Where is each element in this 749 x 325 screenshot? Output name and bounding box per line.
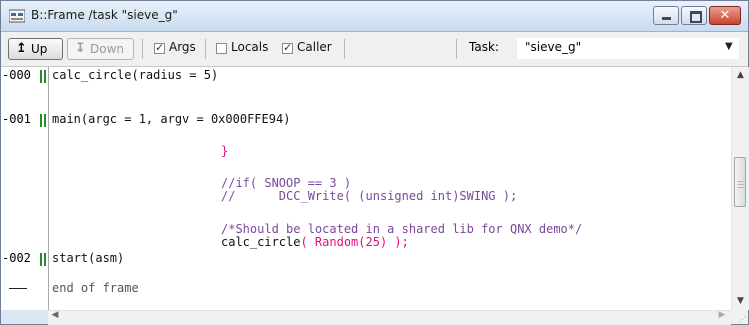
maximize-icon — [690, 11, 702, 23]
chevron-down-icon[interactable]: ▼ — [725, 41, 733, 52]
resize-grip-icon[interactable]: ⋰ — [738, 315, 746, 324]
gutter-separator — [48, 67, 49, 310]
frame-marker — [40, 253, 42, 266]
source-comment: //if( SNOOP == 3 ) — [221, 176, 352, 190]
resize-corner[interactable]: ⋰ — [731, 310, 748, 324]
task-value: "sieve_g" — [525, 40, 582, 54]
scroll-left-icon[interactable]: ◀ — [48, 310, 62, 320]
toolbar-separator — [456, 39, 457, 59]
arrow-down-icon: ↧ — [75, 41, 86, 56]
end-of-frame-text: end of frame — [52, 281, 139, 295]
scroll-up-icon[interactable]: ▲ — [732, 67, 749, 84]
frame-level: -002 — [2, 251, 31, 265]
toolbar-separator — [344, 39, 345, 59]
caller-checkbox[interactable] — [282, 41, 293, 54]
close-icon: ✕ — [719, 8, 731, 23]
source-call-fn: calc_circle — [221, 235, 301, 249]
frame-marker — [44, 70, 46, 83]
grip-icon: — — — — [737, 177, 744, 191]
locals-label: Locals — [231, 40, 269, 54]
scroll-down-icon[interactable]: ▼ — [732, 293, 749, 310]
end-marker — [9, 288, 27, 289]
args-checkbox[interactable] — [154, 41, 165, 54]
source-brace: } — [221, 144, 229, 158]
task-dropdown[interactable]: "sieve_g" ▼ — [517, 38, 739, 59]
frame-call[interactable]: start(asm) — [52, 251, 124, 265]
locals-checkbox[interactable] — [216, 43, 227, 54]
args-label: Args — [169, 40, 196, 54]
frame-level: -000 — [2, 68, 31, 82]
toolbar-separator — [142, 39, 143, 59]
source-comment: /*Should be located in a shared lib for … — [221, 222, 583, 236]
caller-label: Caller — [297, 40, 332, 54]
frame-marker — [44, 114, 46, 127]
up-button-label: Up — [31, 42, 48, 56]
up-button[interactable]: ↥ Up — [8, 38, 63, 60]
source-call-line: calc_circle( Random(25) ); — [221, 235, 409, 249]
horizontal-scrollbar[interactable]: ◀ ▶ — [48, 310, 731, 325]
toolbar: ↥ Up ↧ Down Args Locals Caller Task: "si… — [1, 32, 748, 67]
down-button-label: Down — [90, 42, 125, 56]
down-button[interactable]: ↧ Down — [67, 38, 134, 60]
vertical-scrollbar[interactable]: ▲ — — — ▼ — [731, 67, 749, 310]
arrow-up-icon: ↥ — [16, 41, 27, 56]
scrollbar-thumb[interactable]: — — — — [734, 157, 746, 207]
task-label: Task: — [469, 40, 499, 54]
minimize-icon — [662, 17, 671, 20]
frame-marker — [40, 114, 42, 127]
source-call-args: ( Random(25) ); — [300, 235, 409, 249]
frame-marker — [40, 70, 42, 83]
source-comment: // DCC_Write( (unsigned int)SWING ); — [221, 189, 518, 203]
frame-marker — [44, 253, 46, 266]
scroll-right-icon[interactable]: ▶ — [715, 310, 729, 320]
window-title: B::Frame /task "sieve_g" — [31, 8, 178, 22]
close-button[interactable]: ✕ — [709, 6, 741, 25]
minimize-button[interactable] — [653, 6, 679, 25]
frame-call[interactable]: main(argc = 1, argv = 0x000FFE94) — [52, 112, 290, 126]
toolbar-separator — [205, 39, 206, 59]
frame-list[interactable]: -000 calc_circle(radius = 5) -001 main(a… — [1, 67, 731, 310]
frame-window: B::Frame /task "sieve_g" ✕ ↥ Up ↧ Down A… — [0, 0, 749, 325]
frame-call[interactable]: calc_circle(radius = 5) — [52, 68, 218, 82]
frame-app-icon — [8, 8, 26, 23]
frame-level: -001 — [2, 112, 31, 126]
title-bar[interactable]: B::Frame /task "sieve_g" ✕ — [1, 1, 748, 32]
maximize-button[interactable] — [681, 6, 707, 25]
